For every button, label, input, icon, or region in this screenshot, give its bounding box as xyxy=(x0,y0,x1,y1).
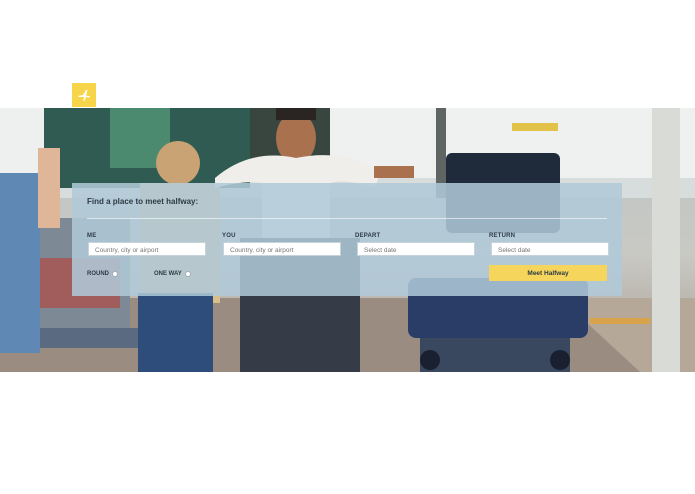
me-location-input[interactable] xyxy=(88,242,206,256)
meet-halfway-search-panel: Find a place to meet halfway: ME YOU DEP… xyxy=(72,183,622,296)
round-label: ROUND xyxy=(87,271,109,277)
brand-logo[interactable] xyxy=(72,83,96,107)
one-way-radio[interactable] xyxy=(184,271,191,277)
trip-type-round[interactable]: ROUND xyxy=(87,271,118,277)
depart-label: DEPART xyxy=(355,233,381,239)
depart-date-input[interactable] xyxy=(357,242,475,256)
round-radio[interactable] xyxy=(112,271,118,277)
you-location-input[interactable] xyxy=(223,242,341,256)
one-way-label: ONE WAY xyxy=(154,271,182,277)
plane-icon xyxy=(78,90,90,101)
divider xyxy=(87,218,607,219)
trip-type-one-way[interactable]: ONE WAY xyxy=(154,271,191,277)
you-label: YOU xyxy=(222,233,236,239)
meet-halfway-button[interactable]: Meet Halfway xyxy=(489,265,607,281)
return-label: RETURN xyxy=(489,233,516,239)
panel-title: Find a place to meet halfway: xyxy=(87,197,199,206)
me-label: ME xyxy=(87,233,97,239)
return-date-input[interactable] xyxy=(491,242,609,256)
